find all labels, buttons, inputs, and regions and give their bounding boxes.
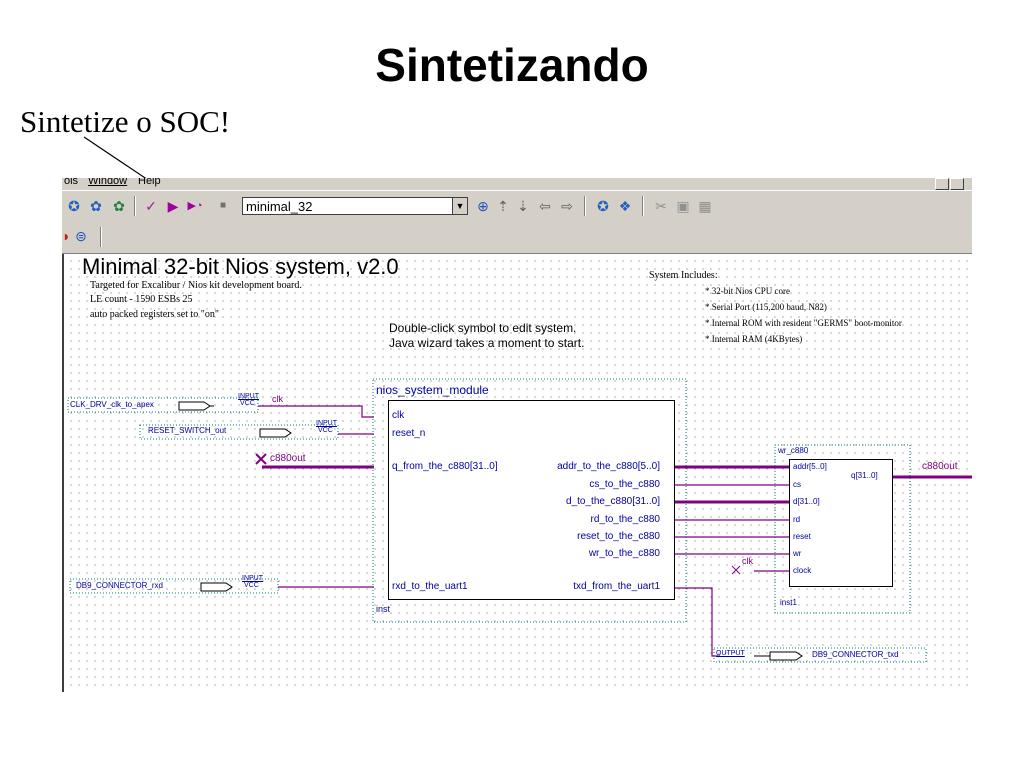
wr-port-out: q[31..0] [851,471,878,480]
arrow-right-icon[interactable]: ⇨ [558,197,576,215]
slide-title: Sintetizando [375,39,649,91]
toolbar: ✪ ✿ ✿ ✓ ▶ ▶◔ ■ minimal_32 ▼ ⊕ ⇡ ⇣ ⇦ ⇨ ✪ … [62,190,972,221]
menubar: ols Window Help [62,178,972,190]
nios-port: reset_n [392,428,426,439]
settings-icon[interactable]: ❖ [616,197,634,215]
input-pin-reset-vcc: VCC [318,427,333,434]
wr-port: rd [793,515,801,524]
wr-port: wr [793,549,802,558]
nios-port: clk [392,410,405,421]
wr-inst-label: inst1 [780,598,797,607]
project-combo[interactable]: minimal_32 [242,197,452,215]
input-pin-reset-type: INPUT [316,420,337,427]
nios-port: q_from_the_c880[31..0] [392,461,498,472]
arrow-left-icon[interactable]: ⇦ [536,197,554,215]
nios-port: rxd_to_the_uart1 [392,581,468,592]
symbol-icon[interactable]: ⊜ [72,227,90,245]
nios-port: d_to_the_c880[31..0] [566,496,660,507]
arrow-down-icon[interactable]: ⇣ [514,197,532,215]
arrow-up-icon[interactable]: ⇡ [494,197,512,215]
wr-module-name[interactable]: wr_c880 [778,446,808,455]
minimize-button[interactable] [935,178,949,190]
wr-port: clock [793,566,812,575]
input-pin-rxd-type: INPUT [242,575,263,582]
nios-port: reset_to_the_c880 [577,531,660,542]
toolbar-secondary: ◑ ⊜ [62,221,972,254]
net-label-clk: clk [272,394,283,404]
nios-port: rd_to_the_c880 [590,514,660,525]
nios-inst-label: inst [376,604,391,614]
chip-icon[interactable]: ▣ [674,197,692,215]
floorplan-icon[interactable]: ▦ [696,197,714,215]
net-label-clk-wr: clk [742,556,753,566]
nios-port: wr_to_the_c880 [588,548,660,559]
stop-icon[interactable]: ■ [214,197,232,215]
restore-button[interactable] [950,178,964,190]
menu-item-tools[interactable]: ols [64,178,78,187]
timing-icon[interactable]: ✿ [87,197,105,215]
input-pin-clk-type: INPUT [238,393,259,400]
menu-item-help[interactable]: Help [138,178,161,187]
input-pin-clk-vcc: VCC [240,400,255,407]
nios-module-name[interactable]: nios_system_module [376,383,489,397]
nios-port: txd_from_the_uart1 [573,581,660,592]
analysis-icon[interactable]: ✪ [65,197,83,215]
input-pin-rxd-vcc: VCC [244,582,259,589]
compiler-icon[interactable]: ⊕ [474,197,492,215]
input-pin-clk-name[interactable]: CLK_DRV_clk_to_apex [70,400,154,409]
fitter-icon[interactable]: ✿ [110,197,128,215]
programmer-icon[interactable]: ✪ [594,197,612,215]
wr-port: reset [793,532,811,541]
wr-port: cs [793,480,801,489]
quartus-window: ols Window Help ✪ ✿ ✿ ✓ ▶ ▶◔ ■ minimal_3… [62,178,972,692]
check-icon[interactable]: ✓ [142,197,160,215]
output-pin-type: OUTPUT [716,650,745,657]
menu-item-window[interactable]: Window [88,178,127,187]
schematic-canvas[interactable]: Minimal 32-bit Nios system, v2.0 Targete… [62,254,972,692]
start-simulation-icon[interactable]: ▶◔ [186,197,204,215]
input-pin-rxd-name[interactable]: DB9_CONNECTOR_rxd [76,581,163,590]
output-pin-name[interactable]: DB9_CONNECTOR_txd [812,650,899,659]
net-label-c880out-out: c880out [922,461,958,472]
cut-icon[interactable]: ✂ [652,197,670,215]
input-pin-reset-name[interactable]: RESET_SWITCH_out [148,426,226,435]
chevron-down-icon[interactable]: ▼ [452,197,468,215]
net-label-c880out: c880out [270,453,306,464]
wr-port: addr[5..0] [793,462,827,471]
start-compilation-icon[interactable]: ▶ [164,197,182,215]
nios-port: cs_to_the_c880 [589,479,660,490]
wr-port: d[31..0] [793,497,820,506]
nios-port: addr_to_the_c880[5..0] [557,461,660,472]
